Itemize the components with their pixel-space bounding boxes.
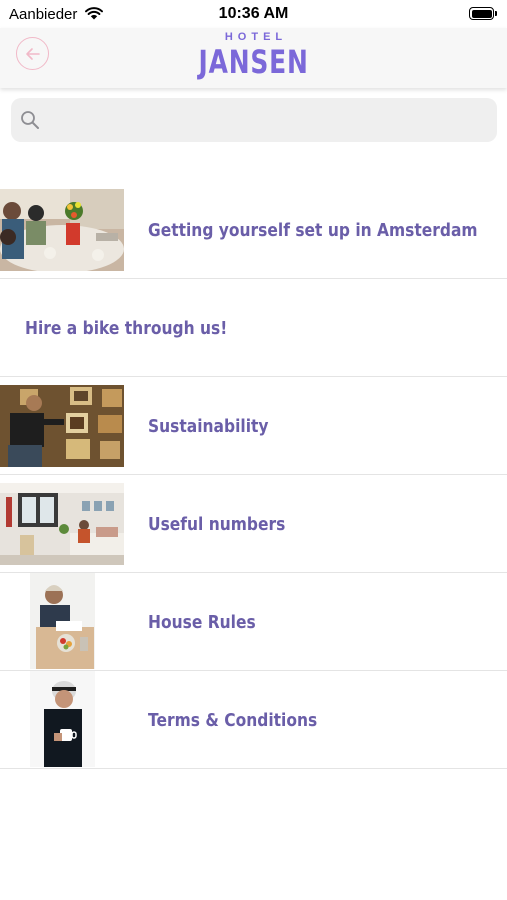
hotel-jansen-logo: HOTEL JANSEN bbox=[0, 30, 507, 80]
clock: 10:36 AM bbox=[218, 5, 289, 22]
man-reading-at-table-photo bbox=[30, 573, 95, 669]
list-item-getting-set-up[interactable]: Getting yourself set up in Amsterdam bbox=[0, 181, 507, 279]
status-bar: Aanbieder 10:36 AM bbox=[0, 0, 507, 28]
hotel-room-photo bbox=[0, 483, 124, 565]
logo-top-text: HOTEL bbox=[224, 31, 288, 43]
search-bar[interactable] bbox=[11, 98, 497, 142]
search-icon bbox=[21, 111, 39, 129]
battery-icon bbox=[469, 7, 498, 21]
search-input[interactable] bbox=[51, 98, 491, 142]
list-item-label: Sustainability bbox=[148, 415, 269, 437]
list-item-label: Getting yourself set up in Amsterdam bbox=[148, 219, 478, 241]
list-item-house-rules[interactable]: House Rules bbox=[0, 573, 507, 671]
list-item-label: Useful numbers bbox=[148, 513, 286, 535]
man-at-gallery-wall-photo bbox=[0, 385, 124, 467]
list-item-useful-numbers[interactable]: Useful numbers bbox=[0, 475, 507, 573]
logo-main-text: JANSEN bbox=[198, 43, 309, 81]
list-item-hire-bike[interactable]: Hire a bike through us! bbox=[0, 279, 507, 377]
menu-list: Getting yourself set up in Amsterdam Hir… bbox=[0, 181, 507, 769]
group-dinner-photo bbox=[0, 189, 124, 271]
list-item-label: Terms & Conditions bbox=[148, 709, 318, 731]
list-item-sustainability[interactable]: Sustainability bbox=[0, 377, 507, 475]
app-header: HOTEL JANSEN bbox=[0, 28, 507, 88]
list-item-label: House Rules bbox=[148, 611, 256, 633]
list-item-terms-conditions[interactable]: Terms & Conditions bbox=[0, 671, 507, 769]
man-with-mug-photo bbox=[30, 671, 95, 767]
list-item-label: Hire a bike through us! bbox=[25, 317, 228, 339]
